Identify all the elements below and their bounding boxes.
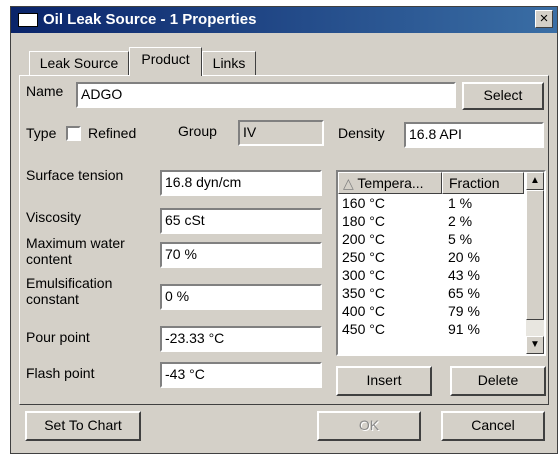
table-scrollbar[interactable]: ▲ ▼ xyxy=(526,172,544,354)
insert-button[interactable]: Insert xyxy=(336,366,432,396)
cancel-button[interactable]: Cancel xyxy=(441,411,545,441)
select-button[interactable]: Select xyxy=(462,82,544,110)
table-row[interactable]: 450 °C 91 % xyxy=(338,320,524,340)
table-row[interactable]: 160 °C 1 % xyxy=(338,194,524,214)
density-input[interactable]: 16.8 API xyxy=(404,122,544,148)
temperature-cell: 300 °C xyxy=(342,267,385,283)
flash-point-input[interactable]: -43 °C xyxy=(160,362,322,388)
fraction-cell: 91 % xyxy=(448,321,480,337)
temperature-cell: 180 °C xyxy=(342,213,385,229)
viscosity-input[interactable]: 65 cSt xyxy=(160,208,322,234)
surface-tension-input[interactable]: 16.8 dyn/cm xyxy=(160,170,322,196)
flash-point-label: Flash point xyxy=(26,365,95,381)
fraction-cell: 65 % xyxy=(448,285,480,301)
window-icon xyxy=(18,13,38,27)
delete-button[interactable]: Delete xyxy=(450,366,546,396)
group-field: IV xyxy=(238,120,324,146)
title-bar[interactable]: Oil Leak Source - 1 Properties × xyxy=(11,7,557,33)
table-row[interactable]: 180 °C 2 % xyxy=(338,212,524,232)
table-row[interactable]: 400 °C 79 % xyxy=(338,302,524,322)
temperature-cell: 200 °C xyxy=(342,231,385,247)
tab-product[interactable]: Product xyxy=(129,47,202,76)
pour-point-input[interactable]: -23.33 °C xyxy=(160,326,322,352)
fraction-cell: 1 % xyxy=(448,195,473,211)
table-row[interactable]: 200 °C 5 % xyxy=(338,230,524,250)
emulsification-label-1: Emulsification xyxy=(26,275,113,291)
table-row[interactable]: 300 °C 43 % xyxy=(338,266,524,286)
fraction-cell: 2 % xyxy=(448,213,473,229)
distillation-table[interactable]: △ Tempera... Fraction 160 °C 1 % 180 °C 2 %… xyxy=(336,170,546,356)
scrollbar-thumb[interactable] xyxy=(526,190,544,320)
close-button[interactable]: × xyxy=(535,10,553,28)
temperature-cell: 450 °C xyxy=(342,321,385,337)
sort-ascending-icon: △ xyxy=(343,175,354,191)
group-label: Group xyxy=(178,123,217,139)
temperature-cell: 350 °C xyxy=(342,285,385,301)
refined-checkbox[interactable] xyxy=(66,126,81,141)
column-header-fraction[interactable]: Fraction xyxy=(442,172,524,194)
scroll-down-arrow-icon[interactable]: ▼ xyxy=(526,336,544,354)
refined-label: Refined xyxy=(88,125,137,141)
fraction-cell: 43 % xyxy=(448,267,480,283)
scroll-up-arrow-icon[interactable]: ▲ xyxy=(526,172,544,190)
product-panel: Name ADGO Select Type Refined Group IV D… xyxy=(19,75,549,405)
column-header-temperature[interactable]: △ Tempera... xyxy=(338,172,442,194)
max-water-label-1: Maximum water xyxy=(26,235,125,251)
surface-tension-label: Surface tension xyxy=(26,167,124,183)
table-row[interactable]: 350 °C 65 % xyxy=(338,284,524,304)
table-row[interactable]: 250 °C 20 % xyxy=(338,248,524,268)
max-water-label-2: content xyxy=(26,251,72,267)
type-label: Type xyxy=(26,125,57,141)
name-input[interactable]: ADGO xyxy=(76,82,456,108)
emulsification-label-2: constant xyxy=(26,291,79,307)
tab-leak-source[interactable]: Leak Source xyxy=(29,51,129,75)
name-label: Name xyxy=(26,83,64,99)
tab-links[interactable]: Links xyxy=(202,51,256,75)
set-to-chart-button[interactable]: Set To Chart xyxy=(25,411,141,441)
viscosity-label: Viscosity xyxy=(26,209,81,225)
temperature-header-label: Tempera... xyxy=(357,175,424,191)
temperature-cell: 400 °C xyxy=(342,303,385,319)
ok-button[interactable]: OK xyxy=(317,411,421,441)
density-label: Density xyxy=(338,125,385,141)
fraction-cell: 79 % xyxy=(448,303,480,319)
properties-dialog: Oil Leak Source - 1 Properties × Leak So… xyxy=(10,6,558,454)
pour-point-label: Pour point xyxy=(26,329,90,345)
emulsification-input[interactable]: 0 % xyxy=(160,284,322,310)
temperature-cell: 250 °C xyxy=(342,249,385,265)
temperature-cell: 160 °C xyxy=(342,195,385,211)
fraction-cell: 5 % xyxy=(448,231,473,247)
window-title: Oil Leak Source - 1 Properties xyxy=(43,11,257,28)
fraction-cell: 20 % xyxy=(448,249,480,265)
max-water-input[interactable]: 70 % xyxy=(160,242,322,268)
